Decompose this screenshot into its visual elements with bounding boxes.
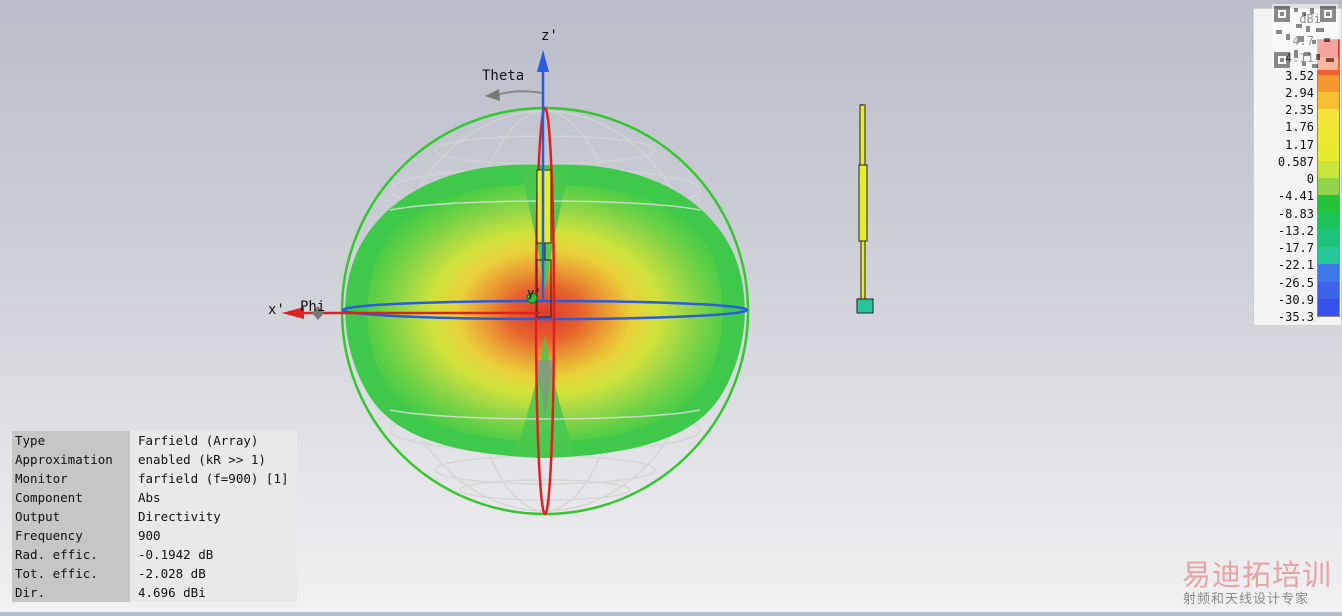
- structure-preview: [856, 103, 874, 314]
- info-row: Monitor farfield (f=900) [1]: [12, 469, 297, 488]
- info-value: -2.028 dB: [130, 564, 297, 583]
- info-key: Frequency: [12, 526, 130, 545]
- legend-tick-label: -4.41: [1277, 189, 1314, 204]
- watermark-subtitle: 射频和天线设计专家: [1183, 592, 1310, 607]
- legend-color-segment: [1318, 74, 1339, 92]
- legend-tick-label: 0.587: [1277, 154, 1314, 169]
- info-row: Dir. 4.696 dBi: [12, 583, 297, 602]
- z-axis-label: z': [541, 28, 558, 44]
- info-value: Abs: [130, 488, 297, 507]
- legend-tick-label: -17.7: [1277, 241, 1314, 255]
- legend-tick-label: 0: [1306, 172, 1314, 186]
- legend-color-segment: [1318, 264, 1339, 282]
- legend-tick-label: -22.1: [1277, 258, 1314, 273]
- legend-tick-label: -8.83: [1277, 206, 1314, 221]
- legend-color-segment: [1318, 229, 1339, 247]
- legend-color-bar: [1317, 39, 1340, 317]
- info-key: Dir.: [12, 583, 130, 602]
- legend-color-segment: [1318, 91, 1339, 109]
- legend-color-segment: [1318, 281, 1339, 299]
- legend-color-segment: [1318, 178, 1339, 196]
- info-key: Rad. effic.: [12, 545, 130, 564]
- info-value: Directivity: [130, 507, 297, 526]
- info-row: Output Directivity: [12, 507, 297, 526]
- info-key: Component: [12, 488, 130, 507]
- info-key: Approximation: [12, 450, 130, 469]
- legend-color-segment: [1318, 247, 1339, 265]
- legend-color-segment: [1318, 109, 1339, 127]
- info-key: Output: [12, 507, 130, 526]
- legend-tick-label: -35.3: [1277, 310, 1314, 324]
- info-value: enabled (kR >> 1): [130, 450, 297, 469]
- legend-tick-label: 1.17: [1285, 137, 1314, 152]
- legend-color-segment: [1318, 212, 1339, 230]
- legend-tick-label: 2.94: [1285, 85, 1314, 100]
- legend-tick-label: -26.5: [1277, 275, 1314, 290]
- legend-tick-label: 3.52: [1285, 68, 1314, 83]
- info-row: Rad. effic. -0.1942 dB: [12, 545, 297, 564]
- info-value: 4.696 dBi: [130, 583, 297, 602]
- info-row: Frequency 900: [12, 526, 297, 545]
- info-key: Monitor: [12, 469, 130, 488]
- y-axis-label: y': [527, 286, 542, 300]
- legend-tick-label: 2.35: [1285, 103, 1314, 117]
- info-row: Type Farfield (Array): [12, 431, 297, 450]
- phi-label: Phi: [300, 299, 326, 315]
- legend-tick-label: -30.9: [1277, 292, 1314, 307]
- info-key: Tot. effic.: [12, 564, 130, 583]
- qr-code-icon: [1272, 4, 1338, 70]
- info-value: -0.1942 dB: [130, 545, 297, 564]
- legend-color-segment: [1318, 195, 1339, 213]
- info-key: Type: [12, 431, 130, 450]
- theta-arrow: [485, 89, 543, 101]
- info-row: Approximation enabled (kR >> 1): [12, 450, 297, 469]
- x-axis-label: x': [268, 302, 285, 318]
- info-value: Farfield (Array): [130, 431, 297, 450]
- legend-tick-label: -13.2: [1277, 223, 1314, 238]
- farfield-info-table: Type Farfield (Array) Approximation enabled…: [12, 431, 297, 602]
- legend-tick-label: 1.76: [1285, 120, 1314, 135]
- info-row: Tot. effic. -2.028 dB: [12, 564, 297, 583]
- info-row: Component Abs: [12, 488, 297, 507]
- theta-label: Theta: [482, 68, 525, 84]
- legend-color-segment: [1318, 143, 1339, 161]
- legend-color-segment: [1318, 160, 1339, 178]
- info-value: 900: [130, 526, 297, 545]
- legend-color-segment: [1318, 126, 1339, 144]
- info-value: farfield (f=900) [1]: [130, 469, 297, 488]
- legend-color-segment: [1318, 298, 1339, 316]
